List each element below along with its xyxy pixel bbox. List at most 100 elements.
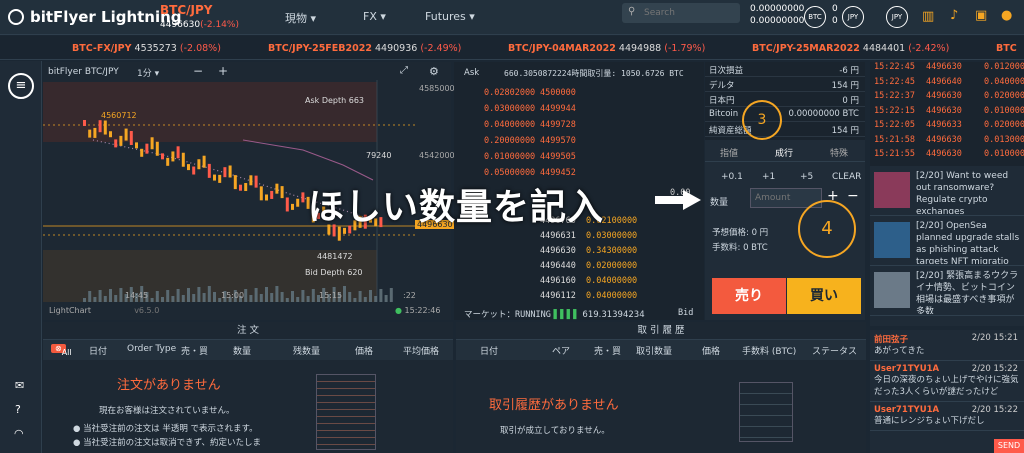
- left-sidebar: ≡ ✉ ? ◠: [0, 61, 42, 453]
- ask-row[interactable]: 0.20000000 4499570: [484, 136, 576, 152]
- candle: [88, 129, 92, 138]
- tab-special[interactable]: 特殊: [830, 146, 848, 159]
- account-stats: 日次損益 -6 円デルタ 154 円日本円 0 円 Bitcoin 0.00000000 …: [705, 62, 865, 140]
- stat-row: 日本円 0 円: [705, 92, 865, 107]
- tab-market[interactable]: 成行: [775, 146, 793, 159]
- zoom-in-button[interactable]: +: [218, 64, 228, 78]
- menu-fx[interactable]: FX ▾: [363, 10, 386, 23]
- candle: [171, 151, 175, 162]
- volume-bar: [202, 293, 206, 302]
- ticker-item[interactable]: BTC: [996, 43, 1017, 54]
- trade-time: 15:21:55: [874, 149, 915, 159]
- ticker-item[interactable]: BTC/JPY-04MAR2022 4494988 (-1.79%): [508, 43, 705, 54]
- estimated-price: 予想価格: 0 円: [712, 228, 769, 238]
- ticker-item[interactable]: BTC-FX/JPY 4535273 (-2.08%): [72, 43, 221, 54]
- x-tick: 15:00: [221, 291, 245, 300]
- volume-bar: [389, 288, 393, 302]
- send-button[interactable]: SEND: [994, 439, 1024, 453]
- candle: [140, 148, 144, 157]
- orders-msg: 現在お客様は注文されていません。: [99, 406, 235, 416]
- ask-row[interactable]: 0.03000000 4499944: [484, 104, 576, 120]
- pair-title[interactable]: BTC/JPY: [160, 3, 212, 17]
- trade-time: 15:22:15: [874, 105, 915, 116]
- briefcase-icon[interactable]: ▣: [975, 8, 987, 23]
- volume-bar: [88, 291, 92, 302]
- volume-header: 660.3050872224時間取引量: 1050.6726 BTC: [504, 69, 684, 78]
- bid-size: 0.03000000: [586, 231, 638, 241]
- candle: [155, 141, 159, 156]
- btc-badge[interactable]: BTC: [804, 6, 826, 28]
- ask-row[interactable]: 0.04000000 4499728: [484, 120, 576, 136]
- history-empty: 取引履歴がありません: [489, 398, 619, 413]
- jpy-badge[interactable]: JPY: [842, 6, 864, 28]
- trade-price: 4496630: [926, 105, 962, 116]
- top-bar: bitFlyer Lightning BTC/JPY 4496630(-2.14…: [0, 0, 1024, 35]
- minus-button[interactable]: −: [847, 188, 859, 204]
- search-box[interactable]: ⚲: [622, 3, 740, 23]
- hamburger-menu-icon[interactable]: ≡: [8, 73, 34, 99]
- bid-row[interactable]: 4496160 0.04000000: [540, 276, 637, 291]
- interval-select[interactable]: 1分 ▾: [137, 66, 159, 79]
- bid-price: 4496440: [540, 261, 576, 271]
- help-icon[interactable]: ?: [15, 403, 21, 416]
- orders-title: 注 文: [43, 322, 453, 340]
- candle: [135, 142, 138, 149]
- menu-futures[interactable]: Futures ▾: [425, 10, 475, 23]
- zoom-out-button[interactable]: −: [193, 64, 203, 78]
- ask-row[interactable]: 0.01000000 4499505: [484, 152, 576, 168]
- gear-icon[interactable]: ⚙: [429, 65, 439, 78]
- mail-icon[interactable]: ✉: [15, 379, 24, 392]
- search-input[interactable]: [644, 5, 734, 21]
- bell-icon[interactable]: ♪: [950, 8, 958, 23]
- candle: [239, 184, 242, 191]
- expand-icon[interactable]: ⤢: [400, 65, 408, 76]
- step-button[interactable]: +0.1: [721, 172, 743, 182]
- bid-row[interactable]: 4496631 0.03000000: [540, 231, 637, 246]
- clear-button[interactable]: CLEAR: [832, 172, 861, 182]
- tutorial-caption: ほしい数量を記入: [308, 187, 605, 228]
- user-icon[interactable]: ●: [1001, 8, 1012, 23]
- jpy-badge-2[interactable]: JPY: [886, 6, 908, 28]
- candle: [280, 186, 284, 199]
- candle: [176, 146, 180, 159]
- stat-label: 日本円: [709, 96, 735, 106]
- high-label: 4560712: [101, 111, 137, 120]
- stat-row: デルタ 154 円: [705, 77, 865, 92]
- volume-bar: [197, 287, 201, 302]
- balance-btc: 0.00000000 0.00000000: [750, 4, 805, 26]
- chart-bars-icon[interactable]: ▥: [922, 9, 934, 24]
- candle: [265, 194, 268, 201]
- candle: [119, 135, 123, 146]
- chat-time: 2/20 15:21: [971, 333, 1018, 343]
- bid-row[interactable]: 4496440 0.02000000: [540, 261, 637, 276]
- ask-row[interactable]: 0.02802000 4500000: [484, 88, 576, 104]
- chat-time: 2/20 15:22: [971, 364, 1018, 374]
- trade-row: 15:21:58 4496630 0.013000: [870, 135, 1024, 150]
- volume-bar: [161, 297, 164, 302]
- col-date: 日付: [480, 347, 499, 357]
- news-item[interactable]: [2/20] 緊張高まるウクライナ情勢、ビットコイン相場は最盛すべき事項が多数: [870, 266, 1024, 316]
- ticker-item[interactable]: BTC/JPY-25FEB2022 4490936 (-2.49%): [268, 43, 461, 54]
- menu-spot[interactable]: 現物 ▾: [285, 10, 316, 26]
- news-item[interactable]: [2/20] OpenSea planned upgrade stalls as…: [870, 216, 1024, 266]
- ticker-item[interactable]: BTC/JPY-25MAR2022 4484401 (-2.42%): [752, 43, 949, 54]
- bid-row[interactable]: 4496112 0.04000000: [540, 291, 637, 306]
- orders-panel: 注 文 ⊗ All 日付 Order Type 売・買 数量 残数量 価格 平均…: [43, 322, 453, 453]
- trade-row: 15:22:45 4496640 0.040000: [870, 77, 1024, 92]
- news-item[interactable]: [2/20] Want to weed out ransomware? Regu…: [870, 166, 1024, 216]
- tab-limit[interactable]: 指値: [720, 146, 738, 159]
- col-fee: 手数料 (BTC): [742, 347, 797, 357]
- candle: [83, 120, 86, 126]
- history-illustration: [739, 382, 793, 442]
- candle: [254, 175, 258, 188]
- step-button[interactable]: +5: [800, 172, 813, 182]
- stat-value: -6 円: [839, 66, 859, 76]
- trade-time: 15:22:45: [874, 76, 915, 87]
- chat-message: 前田弦子 2/20 15:21 あがってきた: [870, 330, 1024, 361]
- bid-size: 0.02000000: [586, 261, 638, 271]
- sell-button[interactable]: 売り: [712, 278, 786, 314]
- all-filter-button[interactable]: ⊗ All: [51, 344, 72, 357]
- step-button[interactable]: +1: [762, 172, 775, 182]
- bid-row[interactable]: 4496630 0.34300000: [540, 246, 637, 261]
- buy-button[interactable]: 買い: [787, 278, 861, 314]
